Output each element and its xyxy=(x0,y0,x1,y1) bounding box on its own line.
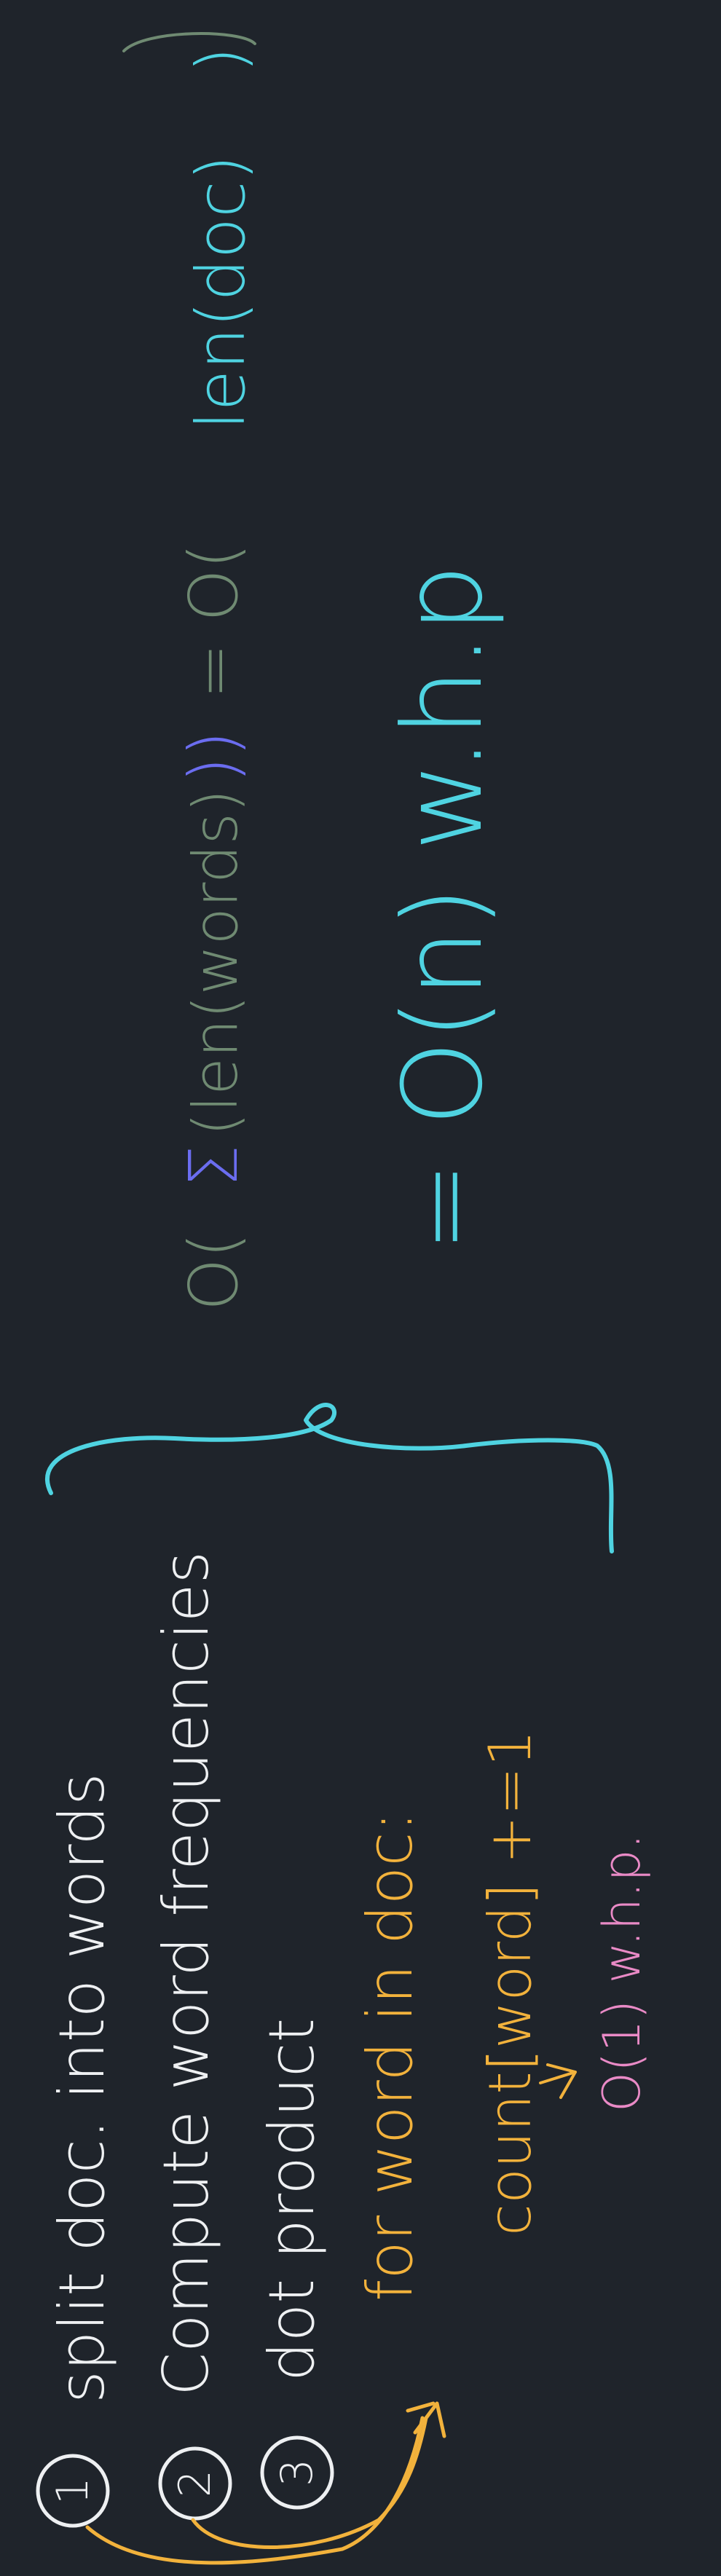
step-3: 3 dot product xyxy=(256,2018,334,2510)
code-line-for-loop: for word in doc: xyxy=(354,1811,427,2301)
step-3-text: dot product xyxy=(256,2018,328,2382)
step-1-text: split doc. into words xyxy=(46,1773,119,2403)
code-block: for word in doc: count[word] +=1 xyxy=(354,1730,577,2301)
arrow-to-cost xyxy=(539,2063,577,2099)
step-3-number: 3 xyxy=(272,2459,323,2486)
expr-close-paren: ) xyxy=(182,47,260,73)
handwritten-notes: 1 split doc. into words 2 Compute word f… xyxy=(36,32,652,2565)
curly-brace xyxy=(44,1403,614,1553)
complexity-expression: O( Σ (len(words) )) = O( len(doc) ) xyxy=(122,32,260,1311)
whiteboard-canvas: 1 split doc. into words 2 Compute word f… xyxy=(0,0,721,2576)
step-2-number: 2 xyxy=(170,2470,221,2497)
expr-sigma: Σ xyxy=(175,1145,253,1187)
step-1: 1 split doc. into words xyxy=(36,1773,119,2528)
star-mark xyxy=(406,2401,446,2438)
connector-arrows xyxy=(85,2401,446,2565)
code-cost-note: O(1) w.h.p. xyxy=(592,1833,652,2112)
expr-equals-big-o: = O( xyxy=(175,543,253,699)
expr-len-doc: len(doc) xyxy=(182,154,260,430)
step-2-text: Compute word frequencies xyxy=(150,1551,223,2396)
step-1-number: 1 xyxy=(47,2477,98,2505)
code-line-count-increment: count[word] +=1 xyxy=(476,1730,544,2236)
expr-big-o: O( xyxy=(175,1232,253,1311)
expr-len-words: (len(words) xyxy=(180,789,251,1136)
arrow-from-step-1 xyxy=(85,2416,425,2565)
result-expression: = O(n) w.h.p xyxy=(380,564,507,1253)
expr-close-parens: )) xyxy=(175,730,253,783)
step-2: 2 Compute word frequencies xyxy=(150,1551,232,2521)
